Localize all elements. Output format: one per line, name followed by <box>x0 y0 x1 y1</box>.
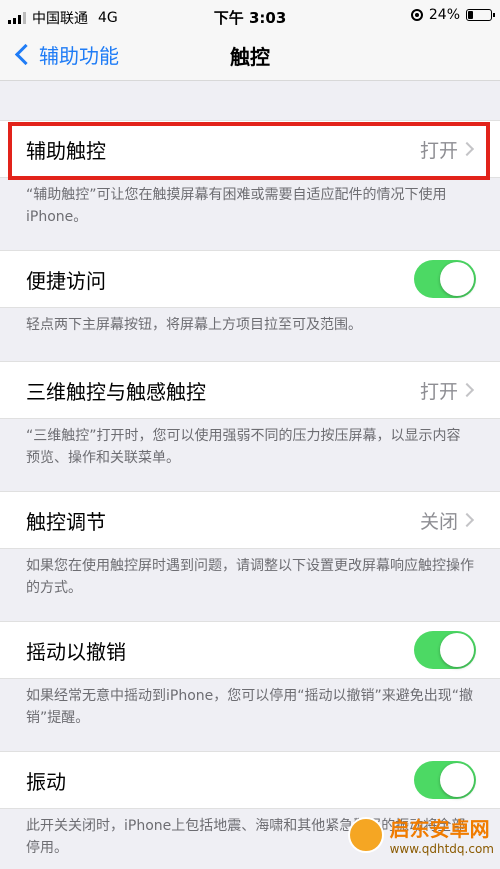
battery-icon <box>466 9 495 21</box>
vibration-toggle[interactable] <box>414 761 476 799</box>
chevron-right-icon <box>459 512 475 528</box>
row-label: 振动 <box>26 769 66 794</box>
row-value: 关闭 <box>419 510 458 533</box>
row-label: 触控调节 <box>26 509 106 534</box>
reachability-row: 便捷访问 <box>0 250 500 308</box>
settings-list: 辅助触控 打开 “辅助触控”可让您在触摸屏幕有困难或需要自适应配件的情况下使用 … <box>0 81 500 869</box>
battery-percent: 24% <box>428 7 460 23</box>
watermark-url: www.qdhtdq.com <box>389 842 494 856</box>
page-title: 触控 <box>230 45 270 69</box>
row-value: 打开 <box>419 139 458 162</box>
watermark-logo-icon <box>347 816 384 853</box>
row-footer: “三维触控”打开时，您可以使用强弱不同的压力按压屏幕，以显示内容预览、操作和关联… <box>26 428 461 466</box>
shake-to-undo-toggle[interactable] <box>414 631 476 669</box>
reachability-toggle[interactable] <box>414 260 476 298</box>
status-bar: 中国联通 4G 下午 3:03 24% <box>0 0 500 32</box>
row-footer: 如果您在使用触控屏时遇到问题，请调整以下设置更改屏幕响应触控操作的方式。 <box>26 558 474 596</box>
touch-accommodations-row[interactable]: 触控调节 关闭 <box>0 491 500 549</box>
row-footer: 轻点两下主屏幕按钮，将屏幕上方项目拉至可及范围。 <box>26 317 362 333</box>
watermark-title: 启东安卓网 <box>389 817 490 841</box>
assistive-touch-row[interactable]: 辅助触控 打开 <box>0 120 500 178</box>
orientation-lock-icon <box>410 9 423 21</box>
row-value: 打开 <box>419 380 458 403</box>
row-label: 便捷访问 <box>26 268 106 293</box>
row-footer: 如果经常无意中摇动到iPhone，您可以停用“摇动以撤销”来避免出现“撤销”提醒… <box>26 688 474 726</box>
watermark: 启东安卓网 www.qdhtdq.com <box>347 813 494 856</box>
chevron-right-icon <box>459 382 475 398</box>
shake-to-undo-row: 摇动以撤销 <box>0 621 500 679</box>
row-label: 摇动以撤销 <box>26 639 126 664</box>
navigation-bar: 辅助功能 触控 <box>0 32 500 81</box>
row-label: 三维触控与触感触控 <box>26 379 206 404</box>
vibration-row: 振动 <box>0 751 500 809</box>
3d-touch-row[interactable]: 三维触控与触感触控 打开 <box>0 361 500 419</box>
row-footer: “辅助触控”可让您在触摸屏幕有困难或需要自适应配件的情况下使用 iPhone。 <box>26 187 447 225</box>
chevron-right-icon <box>459 141 475 157</box>
row-label: 辅助触控 <box>26 138 106 163</box>
